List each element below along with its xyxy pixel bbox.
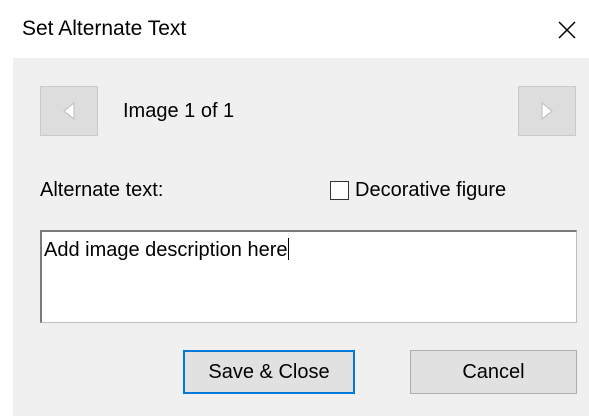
checkbox-box[interactable] [330, 180, 349, 200]
triangle-left-icon [62, 102, 76, 120]
decorative-figure-checkbox[interactable]: Decorative figure [330, 176, 506, 204]
decorative-figure-label: Decorative figure [355, 179, 507, 201]
text-caret [288, 238, 290, 260]
close-button[interactable] [547, 10, 587, 50]
cancel-button[interactable]: Cancel [410, 350, 577, 394]
dialog-title: Set Alternate Text [22, 17, 187, 40]
alternate-text-label: Alternate text: [40, 179, 164, 201]
alternate-text-value: Add image description here [44, 239, 288, 261]
alternate-text-input[interactable]: Add image description here [40, 230, 577, 323]
cancel-label: Cancel [462, 361, 525, 383]
dialog-titlebar: Set Alternate Text [0, 0, 589, 58]
previous-image-button[interactable] [40, 86, 98, 136]
save-close-label: Save & Close [208, 361, 330, 383]
triangle-right-icon [540, 102, 554, 120]
image-counter: Image 1 of 1 [123, 100, 235, 122]
close-icon [557, 20, 577, 40]
dialog-body: Image 1 of 1 Alternate text: Decorative … [13, 58, 589, 416]
next-image-button[interactable] [518, 86, 576, 136]
save-close-button[interactable]: Save & Close [183, 350, 355, 394]
